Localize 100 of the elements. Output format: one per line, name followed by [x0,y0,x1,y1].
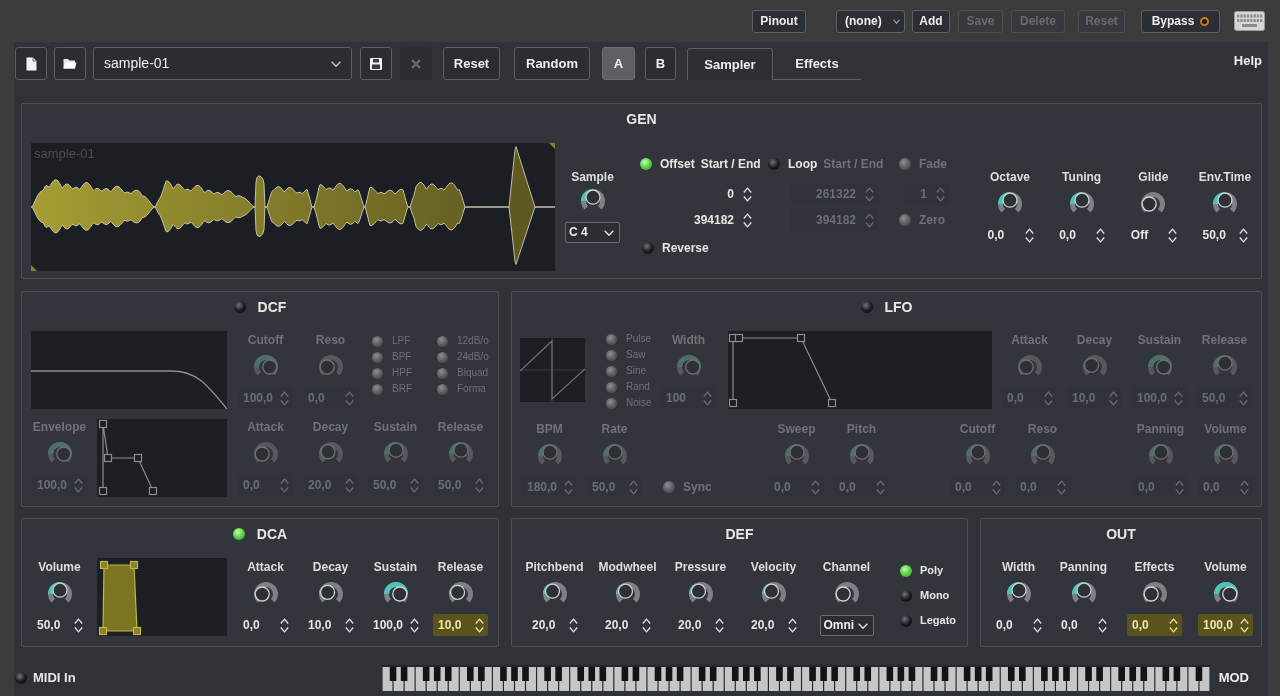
preset-dropdown[interactable]: sample-01 [93,47,352,80]
knob-label: Channel [822,559,871,575]
caret-icon [604,229,614,236]
knob-label: Sustain [1137,332,1182,348]
radio-option[interactable]: Sine [606,363,656,379]
radio-option[interactable]: HPF [372,365,437,381]
led-icon [372,383,383,395]
value-spinbox[interactable]: 0,0 [991,614,1046,636]
knob-label: Release [1201,332,1248,348]
led-icon [606,333,617,345]
knob-label: Reso [315,332,346,348]
keyboard-icon[interactable] [1234,11,1265,31]
value-spinbox[interactable]: 0,0 [982,224,1038,246]
value-spinbox[interactable]: 100,0 [368,614,423,636]
section-title: DCF [257,298,287,316]
preset-dropdown[interactable]: (none) [836,9,905,33]
knob-label: Sustain [373,559,418,575]
caret-icon [893,18,900,24]
envelope-graph[interactable] [97,558,227,636]
toolbar-button[interactable]: Add [912,9,950,33]
value-spinbox[interactable]: 20,0 [746,614,801,636]
value-spinbox[interactable]: 50,0 [32,614,87,636]
value-spinbox[interactable]: 10,0 [303,614,358,636]
knob-label: Envelope [32,419,87,435]
help-link[interactable]: Help [1233,53,1262,69]
lfo-waveform-preview [520,338,585,402]
toolbar-button[interactable]: Random [514,47,590,80]
knob-label: Sweep [777,421,816,437]
knob-label: Sustain [373,419,418,435]
save-button[interactable] [360,47,392,80]
envelope-graph[interactable] [97,419,227,497]
tab[interactable]: Effects [773,48,861,80]
led-icon [437,383,448,395]
note-dropdown[interactable]: C 4 [565,222,620,243]
value-spinbox[interactable]: 20,0 [600,614,655,636]
knob-label: Cutoff [959,421,996,437]
toolbar-button[interactable]: Pinout [752,9,806,33]
section-title: DEF [725,525,754,543]
caret-icon [331,60,341,67]
knob-label: Rate [601,421,628,437]
value-spinbox[interactable]: Off [1125,224,1181,246]
value-spinbox[interactable]: 0,0 [238,614,293,636]
channel-dropdown[interactable]: Omni [819,615,874,636]
knob-label: Volume [1204,421,1247,437]
radio-option[interactable]: Pulse [606,331,656,347]
value-spinbox[interactable]: 0,0 [1054,224,1110,246]
led-toggle[interactable]: Legato [900,608,957,633]
close-icon [411,58,421,69]
value-spinbox[interactable]: 20,0 [673,614,728,636]
led-toggle[interactable]: Poly [900,558,957,583]
radio-option[interactable]: Rand [606,379,656,395]
led-toggle[interactable]: Offset [640,156,695,172]
bypass-button[interactable]: Bypass [1141,9,1220,33]
knob-label: Decay [312,559,349,575]
knob-label: Reso [1027,421,1058,437]
radio-option[interactable]: BPF [372,349,437,365]
value-spinbox[interactable]: 100,0 [1198,614,1253,636]
knob-label: Attack [1011,332,1048,348]
open-folder-button[interactable] [54,47,86,80]
new-file-button[interactable] [15,47,47,80]
value-spinbox[interactable]: 0 [668,183,756,205]
piano-keyboard[interactable] [381,665,1210,691]
knob-label: Volume [1204,559,1247,575]
led-icon [606,365,617,377]
radio-option[interactable]: Forma [437,381,495,397]
power-led-icon[interactable] [232,528,245,540]
knob-label: Panning [1136,421,1185,437]
range-label: Start / End [700,156,761,172]
knob-label: Release [437,559,484,575]
value-spinbox[interactable]: 0,0 [1056,614,1111,636]
slot-button[interactable]: A [602,47,635,80]
led-icon [372,351,383,363]
radio-option[interactable]: Saw [606,347,656,363]
led-icon [606,381,617,393]
slot-button[interactable]: B [645,47,676,80]
radio-option[interactable]: 12dB/o [437,333,495,349]
section-title: OUT [1106,525,1136,543]
radio-option[interactable]: 24dB/o [437,349,495,365]
knob-label: Env.Time [1198,169,1252,185]
mod-label: MOD [1218,670,1249,686]
led-toggle[interactable]: Loop [768,156,818,172]
toolbar-button[interactable]: Reset [443,47,500,80]
knob-label: Attack [247,559,284,575]
radio-option[interactable]: LPF [372,333,437,349]
led-icon [437,367,448,379]
radio-option[interactable]: Biquad [437,365,495,381]
led-toggle[interactable]: Reverse [642,241,709,256]
led-toggle[interactable]: Sync [663,476,712,498]
value-spinbox[interactable]: 50,0 [1197,224,1253,246]
value-spinbox[interactable]: 10,0 [433,614,488,636]
led-toggle[interactable]: MIDI In [15,670,76,686]
radio-option[interactable]: Noise [606,395,656,411]
value-spinbox[interactable]: 0,0 [1127,614,1182,636]
radio-option[interactable]: BRF [372,381,437,397]
knob-label: Release [437,419,484,435]
knob-label: Decay [312,419,349,435]
value-spinbox[interactable]: 394182 [668,209,756,231]
value-spinbox[interactable]: 20,0 [527,614,582,636]
tab[interactable]: Sampler [687,48,773,80]
led-toggle[interactable]: Mono [900,583,957,608]
